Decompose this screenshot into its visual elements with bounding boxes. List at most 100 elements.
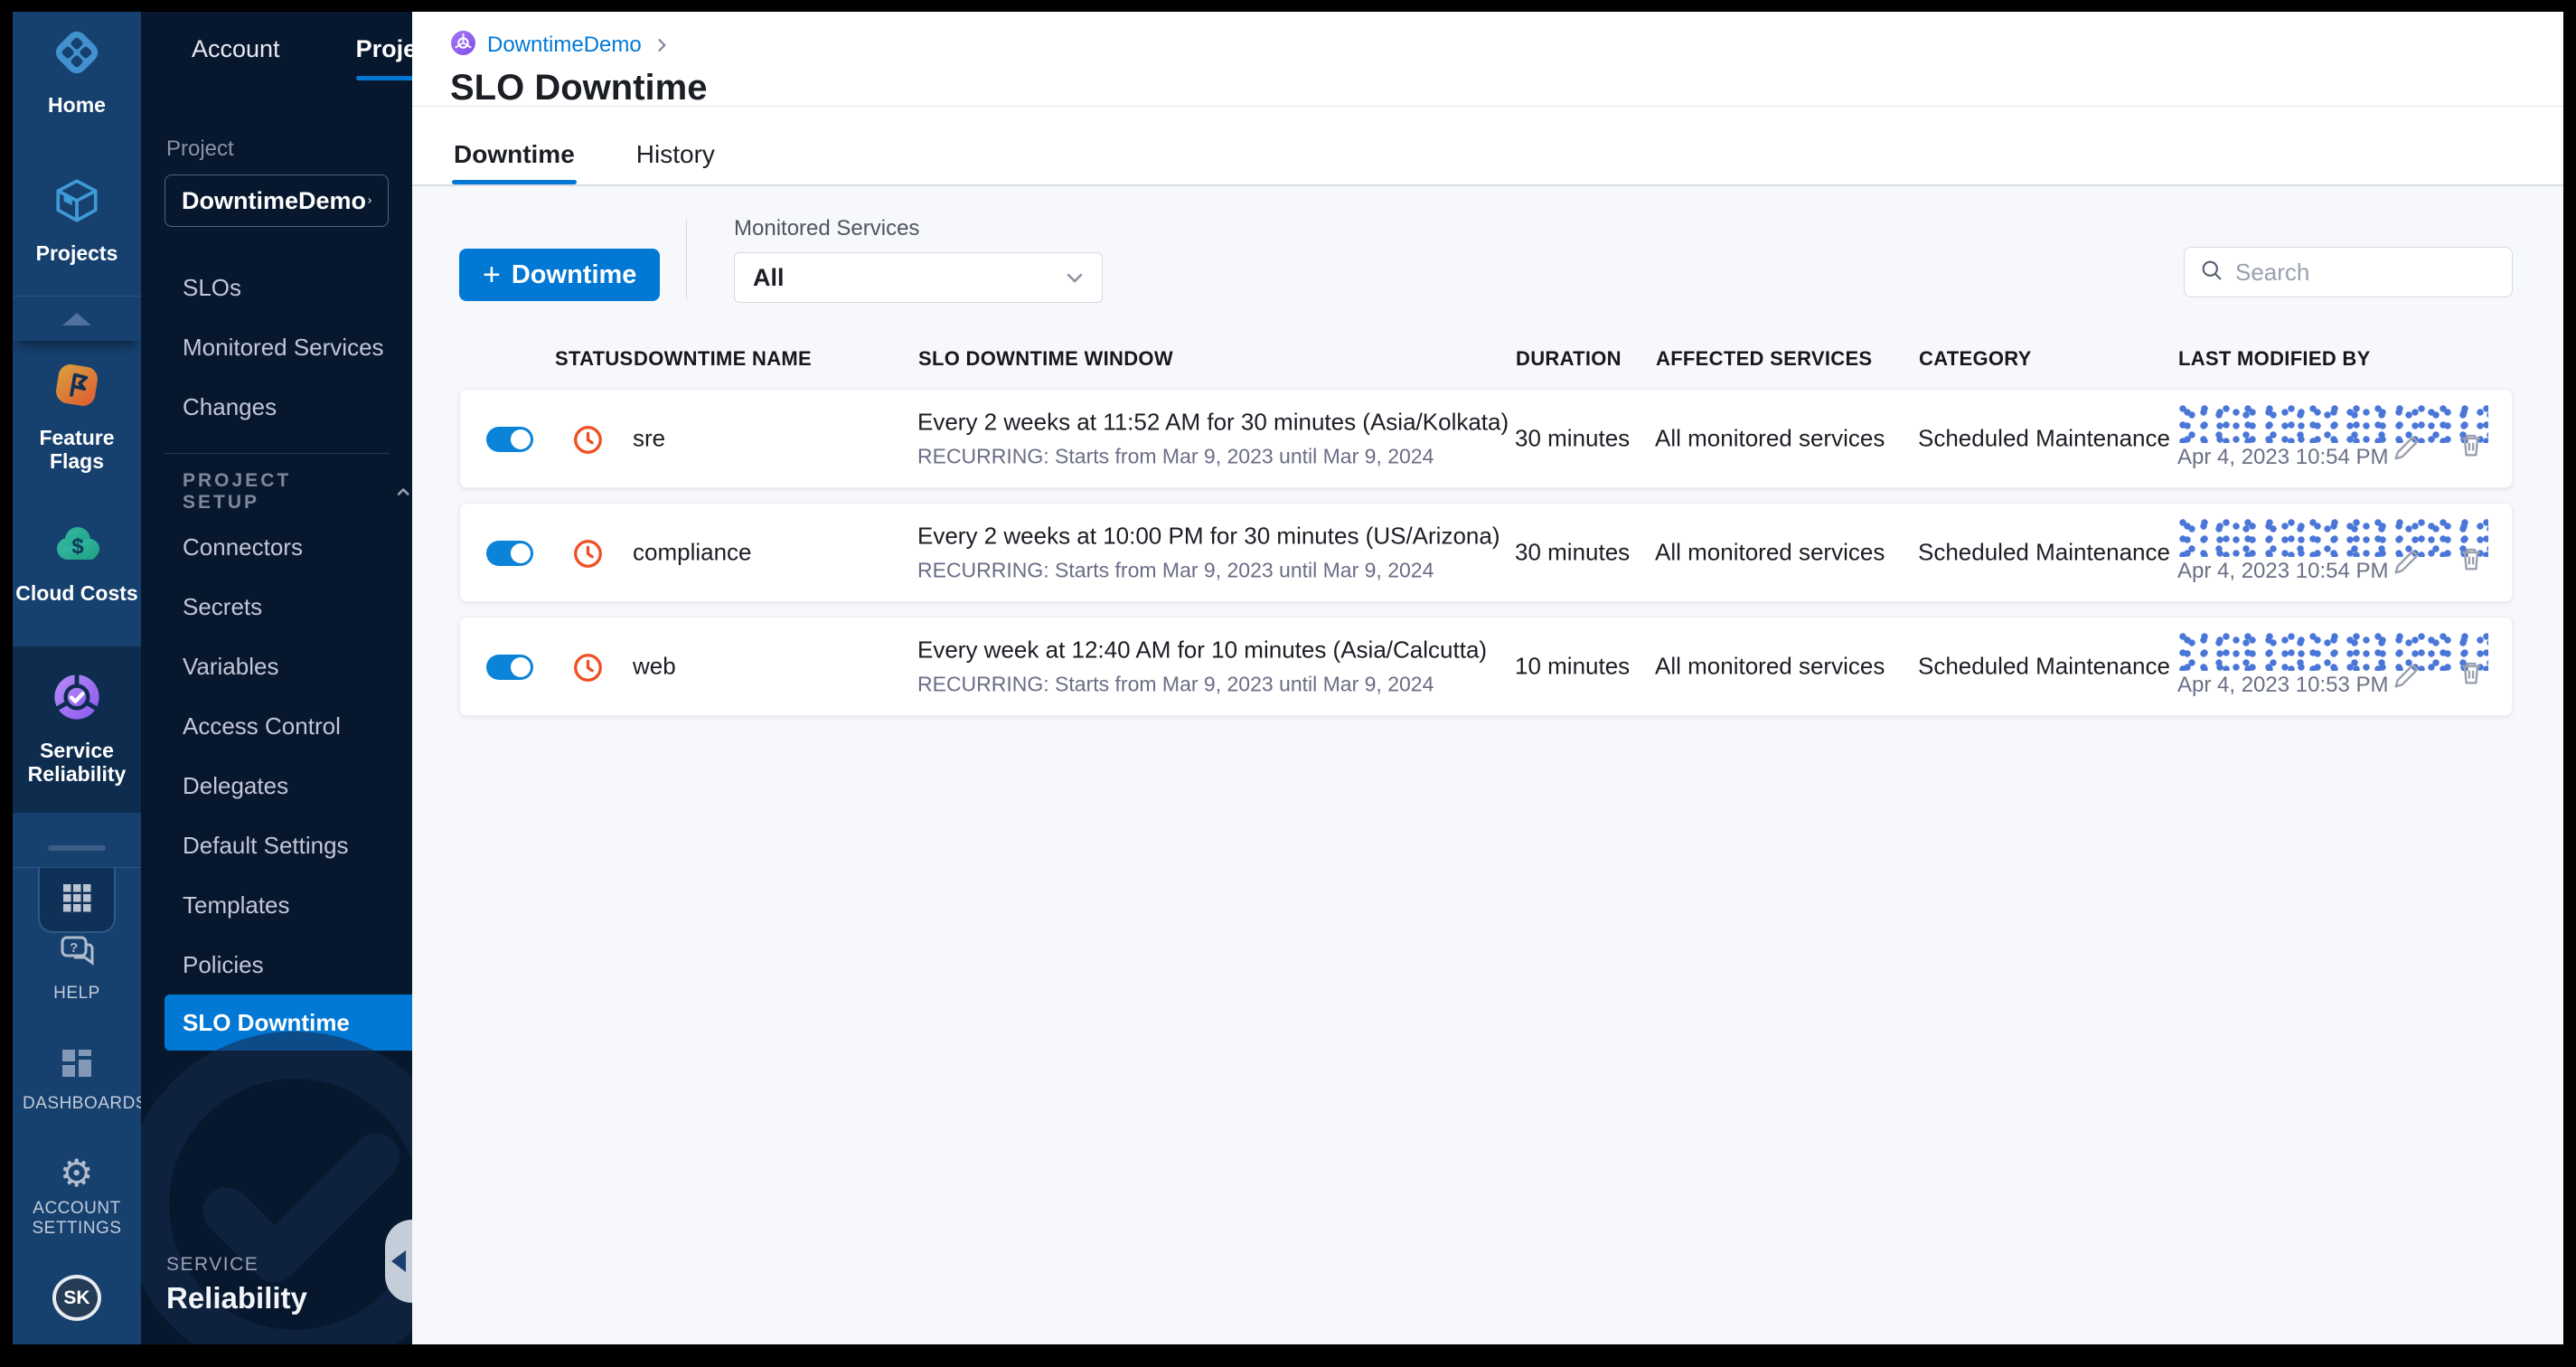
sidebar-item-access-control[interactable]: Access Control: [141, 696, 412, 756]
sidebar-item-policies[interactable]: Policies: [141, 935, 412, 995]
status-toggle[interactable]: [486, 655, 533, 680]
downtime-table: STATUS DOWNTIME NAME SLO DOWNTIME WINDOW…: [459, 347, 2513, 731]
monitored-services-filter: Monitored Services All: [734, 216, 1103, 303]
sidebar-item-label: Variables: [183, 652, 279, 680]
scope-tabs: Account Project: [141, 12, 412, 80]
downtime-name: web: [633, 652, 676, 680]
module-label: Projects: [35, 241, 118, 265]
edit-icon[interactable]: [2391, 547, 2421, 582]
downtime-window: Every 2 weeks at 11:52 AM for 30 minutes…: [917, 409, 1509, 469]
sidebar-collapse-button[interactable]: [385, 1220, 412, 1303]
col-downtime-name: DOWNTIME NAME: [634, 347, 812, 370]
sidebar-item-label: SLOs: [183, 273, 242, 301]
window-schedule: Every week at 12:40 AM for 10 minutes (A…: [917, 636, 1488, 664]
monitored-services-select[interactable]: All: [734, 252, 1103, 303]
sidebar-item-connectors[interactable]: Connectors: [141, 517, 412, 577]
delete-icon[interactable]: [2456, 429, 2487, 465]
delete-icon[interactable]: [2456, 543, 2487, 579]
module-item-service-reliability[interactable]: Service Reliability: [13, 646, 141, 814]
affected-services: All monitored services: [1655, 652, 1885, 680]
window-recurrence: RECURRING: Starts from Mar 9, 2023 until…: [917, 444, 1434, 468]
help-icon: ?: [57, 933, 97, 976]
module-item-cloud-costs[interactable]: $ Cloud Costs: [13, 520, 141, 605]
search-input[interactable]: [2235, 258, 2497, 287]
page-tabs: Downtime History: [412, 107, 2563, 186]
module-scroll-up[interactable]: [13, 296, 141, 341]
help-button[interactable]: ? HELP: [13, 933, 141, 1004]
sidebar-item-secrets[interactable]: Secrets: [141, 577, 412, 636]
grid-icon: [59, 880, 95, 920]
recurring-clock-icon: [573, 539, 603, 573]
downtime-window: Every 2 weeks at 10:00 PM for 30 minutes…: [917, 523, 1500, 583]
new-downtime-button-label: Downtime: [511, 259, 637, 289]
user-avatar[interactable]: SK: [52, 1275, 101, 1321]
select-value: All: [753, 263, 785, 291]
active-tab-underline: [355, 76, 412, 80]
sidebar-item-templates[interactable]: Templates: [141, 875, 412, 935]
chevron-right-icon: [658, 39, 666, 52]
status-toggle[interactable]: [486, 427, 533, 452]
project-selector-label: Project: [166, 137, 234, 161]
sidebar-item-default-settings[interactable]: Default Settings: [141, 815, 412, 875]
table-header: STATUS DOWNTIME NAME SLO DOWNTIME WINDOW…: [459, 347, 2513, 389]
table-row[interactable]: sre Every 2 weeks at 11:52 AM for 30 min…: [459, 389, 2513, 488]
col-category: CATEGORY: [1919, 347, 2032, 370]
account-settings-button[interactable]: ⚙ ACCOUNT SETTINGS: [13, 1155, 141, 1239]
status-toggle[interactable]: [486, 541, 533, 566]
recurring-clock-icon: [573, 653, 603, 687]
dashboards-label: DASHBOARDS: [23, 1094, 148, 1114]
project-selector[interactable]: DowntimeDemo: [165, 174, 389, 227]
dashboards-button[interactable]: DASHBOARDS: [13, 1045, 148, 1114]
module-nav-drag-handle[interactable]: [48, 845, 106, 852]
sidebar-item-label: Templates: [183, 891, 290, 919]
footer-eyebrow: SERVICE: [166, 1254, 259, 1275]
active-tab-underline: [452, 180, 577, 184]
project-setup-section[interactable]: PROJECT SETUP: [141, 467, 412, 517]
tab-history[interactable]: History: [635, 140, 717, 184]
page-header: DowntimeDemo SLO Downtime: [412, 12, 2563, 108]
edit-icon[interactable]: [2391, 433, 2421, 468]
affected-services: All monitored services: [1655, 424, 1885, 452]
search-icon: [2199, 258, 2224, 288]
last-modified-by: Apr 4, 2023 10:54 PM: [2177, 403, 2488, 470]
module-browser-button[interactable]: [38, 868, 116, 934]
module-item-home[interactable]: Home: [13, 26, 141, 117]
sidebar-item-delegates[interactable]: Delegates: [141, 756, 412, 815]
last-modified-by: Apr 4, 2023 10:53 PM: [2177, 631, 2488, 698]
account-settings-label: ACCOUNT SETTINGS: [32, 1199, 122, 1239]
home-icon: [51, 26, 103, 84]
new-downtime-button[interactable]: + Downtime: [459, 249, 661, 301]
redacted-user-name: [2177, 517, 2488, 557]
sidebar-item-label: Default Settings: [183, 831, 349, 859]
tab-downtime[interactable]: Downtime: [452, 140, 577, 184]
project-avatar-icon: [450, 30, 476, 61]
col-status: STATUS: [555, 347, 634, 370]
page-title: SLO Downtime: [450, 68, 708, 108]
breadcrumb-project-link[interactable]: DowntimeDemo: [487, 33, 642, 58]
sidebar-item-changes[interactable]: Changes: [141, 377, 412, 437]
sidebar-nav: SLOs Monitored Services Changes: [141, 258, 412, 437]
tab-project[interactable]: Project: [355, 35, 412, 80]
last-modified-timestamp: Apr 4, 2023 10:54 PM: [2177, 445, 2389, 469]
delete-icon[interactable]: [2456, 657, 2487, 693]
module-item-projects[interactable]: Projects: [13, 174, 141, 265]
sidebar-item-monitored-services[interactable]: Monitored Services: [141, 317, 412, 377]
sidebar-item-slos[interactable]: SLOs: [141, 258, 412, 317]
sidebar-item-variables[interactable]: Variables: [141, 636, 412, 696]
downtime-window: Every week at 12:40 AM for 10 minutes (A…: [917, 636, 1487, 697]
last-modified-timestamp: Apr 4, 2023 10:53 PM: [2177, 673, 2389, 697]
window-schedule: Every 2 weeks at 11:52 AM for 30 minutes…: [917, 408, 1509, 436]
duration: 30 minutes: [1515, 538, 1631, 566]
module-item-feature-flags[interactable]: Feature Flags: [13, 359, 141, 473]
breadcrumb: DowntimeDemo: [450, 30, 2563, 61]
window-schedule: Every 2 weeks at 10:00 PM for 30 minutes…: [917, 522, 1500, 550]
search-box: [2184, 247, 2513, 297]
gear-icon: ⚙: [59, 1152, 95, 1195]
redacted-user-name: [2177, 631, 2488, 671]
edit-icon[interactable]: [2391, 661, 2421, 696]
sidebar-footer: SERVICE Reliability: [166, 1254, 307, 1315]
window-recurrence: RECURRING: Starts from Mar 9, 2023 until…: [917, 558, 1434, 582]
tab-account[interactable]: Account: [192, 35, 280, 80]
table-row[interactable]: web Every week at 12:40 AM for 10 minute…: [459, 617, 2513, 716]
table-row[interactable]: compliance Every 2 weeks at 10:00 PM for…: [459, 503, 2513, 602]
